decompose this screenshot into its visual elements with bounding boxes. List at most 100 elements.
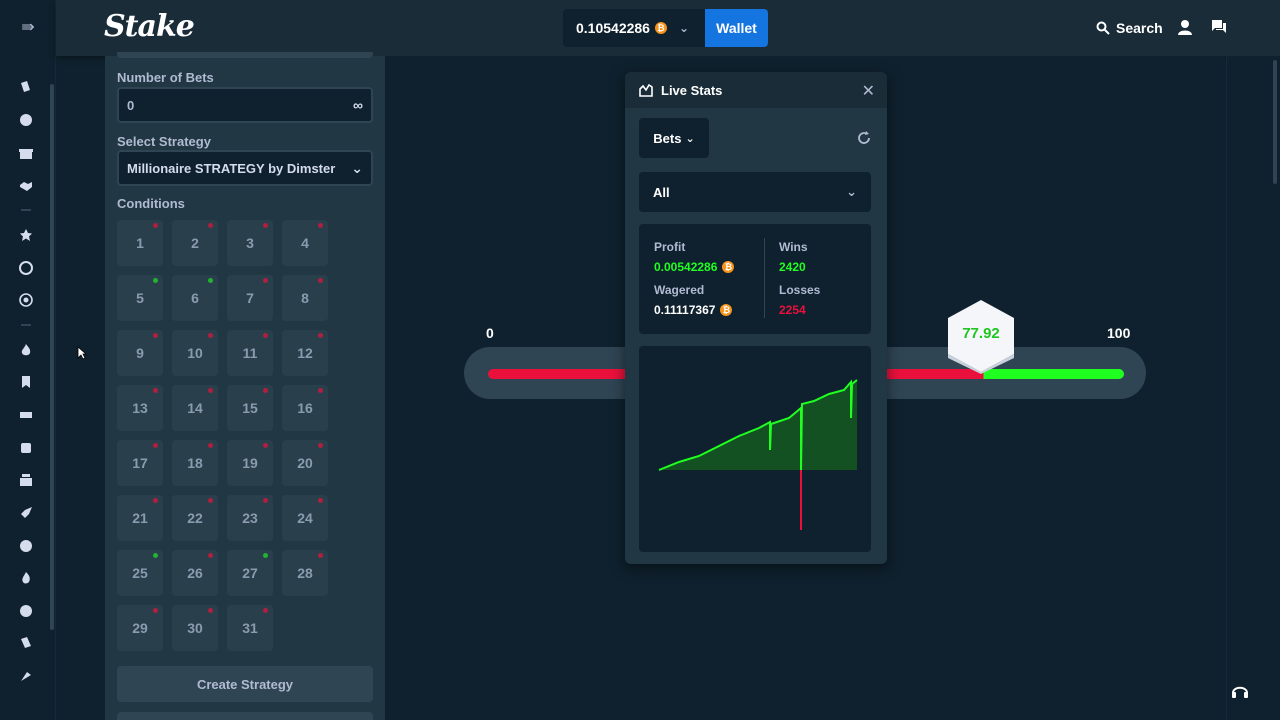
condition-6[interactable]: 6	[172, 275, 218, 321]
condition-22[interactable]: 22	[172, 495, 218, 541]
rail-scrollbar[interactable]	[50, 84, 54, 630]
condition-status-dot	[208, 278, 213, 283]
condition-5[interactable]: 5	[117, 275, 163, 321]
recent-history-icon[interactable]	[17, 259, 35, 277]
profit-chart[interactable]	[639, 346, 871, 552]
bets-dropdown[interactable]: Bets ⌄	[639, 118, 709, 158]
bitcoin-icon: ₿	[654, 22, 667, 34]
infinity-icon[interactable]: ∞	[353, 97, 363, 113]
close-icon[interactable]: ✕	[862, 81, 875, 101]
favourites-star-icon[interactable]	[17, 226, 35, 244]
condition-19[interactable]: 19	[227, 440, 273, 486]
condition-15[interactable]: 15	[227, 385, 273, 431]
condition-number: 13	[132, 400, 148, 416]
condition-18[interactable]: 18	[172, 440, 218, 486]
condition-21[interactable]: 21	[117, 495, 163, 541]
game-shows-icon[interactable]	[17, 471, 35, 489]
left-rail: ⇛	[0, 0, 56, 720]
roulette-icon[interactable]	[17, 667, 35, 685]
number-of-bets-input[interactable]: 0 ∞	[117, 87, 373, 123]
condition-16[interactable]: 16	[282, 385, 328, 431]
poker-chips-icon[interactable]	[17, 602, 35, 620]
condition-status-dot	[263, 498, 268, 503]
exclusives-bookmark-icon[interactable]	[17, 373, 35, 391]
live-stats-header[interactable]: Live Stats	[625, 72, 887, 108]
burst-games-icon[interactable]	[17, 537, 35, 555]
condition-1[interactable]: 1	[117, 220, 163, 266]
chevron-down-icon: ⌄	[351, 159, 363, 176]
refresh-icon[interactable]	[857, 131, 871, 145]
condition-status-dot	[318, 498, 323, 503]
headset-icon[interactable]	[1230, 682, 1250, 702]
losses-label: Losses	[779, 283, 821, 297]
search-button[interactable]: Search	[1096, 18, 1163, 38]
condition-27[interactable]: 27	[227, 550, 273, 596]
wagered-label: Wagered	[654, 283, 705, 297]
condition-4[interactable]: 4	[282, 220, 328, 266]
condition-23[interactable]: 23	[227, 495, 273, 541]
condition-number: 28	[297, 565, 313, 581]
condition-status-dot	[208, 223, 213, 228]
live-casino-icon[interactable]	[17, 439, 35, 457]
condition-2[interactable]: 2	[172, 220, 218, 266]
select-strategy-label: Select Strategy	[117, 134, 211, 149]
condition-number: 30	[187, 620, 203, 636]
condition-30[interactable]: 30	[172, 605, 218, 651]
handshake-icon[interactable]	[17, 177, 35, 195]
promotions-gift-icon[interactable]	[17, 144, 35, 162]
next-button-edge	[117, 712, 373, 720]
condition-status-dot	[208, 333, 213, 338]
wallet-button[interactable]: Wallet	[705, 9, 768, 47]
condition-7[interactable]: 7	[227, 275, 273, 321]
condition-status-dot	[208, 498, 213, 503]
condition-17[interactable]: 17	[117, 440, 163, 486]
originals-flame-icon[interactable]	[17, 341, 35, 359]
stats-filter-select[interactable]: All ⌄	[639, 172, 871, 212]
condition-number: 11	[242, 345, 258, 361]
sports-ball-icon[interactable]	[17, 111, 35, 129]
condition-8[interactable]: 8	[282, 275, 328, 321]
new-releases-rocket-icon[interactable]	[17, 504, 35, 522]
blackjack-cards-icon[interactable]	[17, 634, 35, 652]
chevron-down-icon: ⌄	[678, 21, 690, 35]
condition-13[interactable]: 13	[117, 385, 163, 431]
condition-number: 12	[297, 345, 313, 361]
balance-selector[interactable]: 0.10542286 ₿ ⌄	[563, 9, 705, 47]
chevron-down-icon: ⌄	[685, 132, 695, 145]
condition-24[interactable]: 24	[282, 495, 328, 541]
casino-cards-icon[interactable]	[17, 78, 35, 96]
condition-31[interactable]: 31	[227, 605, 273, 651]
wins-label: Wins	[779, 240, 808, 254]
condition-10[interactable]: 10	[172, 330, 218, 376]
condition-11[interactable]: 11	[227, 330, 273, 376]
condition-14[interactable]: 14	[172, 385, 218, 431]
chat-icon[interactable]	[1211, 19, 1227, 35]
condition-number: 6	[191, 290, 199, 306]
stake-logo[interactable]: Stake	[104, 9, 195, 44]
condition-number: 4	[301, 235, 309, 251]
profit-label: Profit	[654, 240, 686, 254]
search-label: Search	[1116, 20, 1163, 36]
condition-number: 31	[242, 620, 258, 636]
create-strategy-button[interactable]: Create Strategy	[117, 666, 373, 702]
menu-collapse-icon[interactable]: ⇛	[18, 18, 38, 38]
condition-number: 3	[246, 235, 254, 251]
condition-3[interactable]: 3	[227, 220, 273, 266]
condition-number: 16	[297, 400, 313, 416]
condition-9[interactable]: 9	[117, 330, 163, 376]
user-icon[interactable]	[1177, 19, 1193, 35]
strategy-select[interactable]: Millionaire STRATEGY by Dimster ⌄	[117, 150, 373, 186]
condition-29[interactable]: 29	[117, 605, 163, 651]
challenges-target-icon[interactable]	[17, 291, 35, 309]
condition-20[interactable]: 20	[282, 440, 328, 486]
condition-status-dot	[153, 443, 158, 448]
scrollbar-thumb[interactable]	[1273, 60, 1277, 184]
condition-25[interactable]: 25	[117, 550, 163, 596]
condition-12[interactable]: 12	[282, 330, 328, 376]
slots-icon[interactable]	[17, 406, 35, 424]
condition-status-dot	[263, 443, 268, 448]
condition-number: 26	[187, 565, 203, 581]
hot-games-flame-icon[interactable]	[17, 569, 35, 587]
condition-26[interactable]: 26	[172, 550, 218, 596]
condition-28[interactable]: 28	[282, 550, 328, 596]
